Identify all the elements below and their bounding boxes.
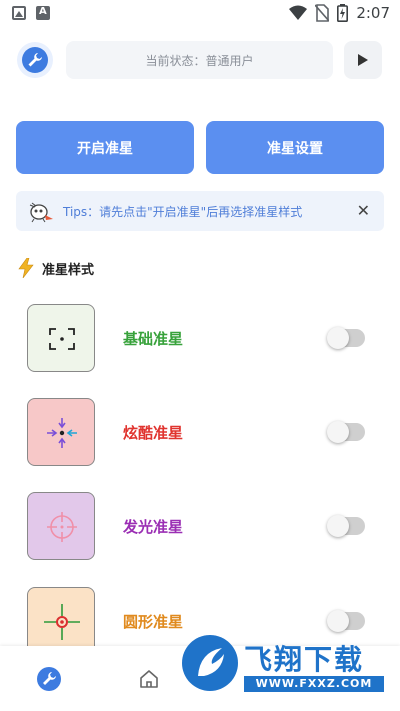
style-label: 基础准星 <box>123 330 184 348</box>
close-icon[interactable]: ✕ <box>357 201 370 220</box>
basic-crosshair-thumbnail <box>27 304 95 372</box>
status-display: 当前状态：普通用户 <box>66 41 333 79</box>
cool-crosshair-thumbnail <box>27 398 95 466</box>
battery-icon <box>337 4 349 22</box>
nav-home[interactable] <box>136 666 162 692</box>
clock: 2:07 <box>356 4 390 22</box>
lightning-icon <box>18 258 34 278</box>
round-crosshair-thumbnail <box>27 587 95 655</box>
watermark-text: 飞翔下载 <box>244 643 365 676</box>
style-label: 圆形准星 <box>123 613 184 631</box>
status-bar: 2:07 <box>0 0 400 28</box>
bracket-crosshair-icon <box>49 328 75 350</box>
play-icon <box>358 54 368 66</box>
style-label: 炫酷准星 <box>123 424 184 442</box>
basic-toggle[interactable] <box>327 327 365 349</box>
style-row-cool[interactable]: 炫酷准星 <box>0 398 400 468</box>
text-a-icon <box>36 6 50 20</box>
target-crosshair-icon <box>44 604 80 640</box>
section-header: 准星样式 <box>18 258 94 278</box>
nav-tools[interactable] <box>36 666 62 692</box>
home-icon <box>140 670 158 688</box>
tips-banner: Tips：请先点击"开启准星"后再选择准星样式 ✕ <box>16 191 384 231</box>
tips-text: Tips：请先点击"开启准星"后再选择准星样式 <box>63 205 303 219</box>
arrow-crosshair-icon <box>47 418 77 448</box>
wrench-icon <box>28 53 42 67</box>
tool-button[interactable] <box>17 42 53 78</box>
style-label: 发光准星 <box>123 518 184 536</box>
watermark-logo-icon <box>182 635 238 691</box>
open-crosshair-button[interactable]: 开启准星 <box>16 121 194 174</box>
section-title: 准星样式 <box>42 262 95 278</box>
wrench-icon <box>37 667 61 691</box>
style-row-glow[interactable]: 发光准星 <box>0 492 400 562</box>
bug-mascot-icon <box>29 202 53 223</box>
image-icon <box>12 6 26 20</box>
cool-toggle[interactable] <box>327 421 365 443</box>
crosshair-settings-button[interactable]: 准星设置 <box>206 121 384 174</box>
watermark: 飞翔下载 WWW.FXXZ.COM <box>180 632 385 694</box>
wifi-icon <box>289 5 308 20</box>
no-sim-icon <box>315 4 330 22</box>
glow-crosshair-thumbnail <box>27 492 95 560</box>
play-button[interactable] <box>344 41 382 79</box>
watermark-url: WWW.FXXZ.COM <box>244 676 384 692</box>
style-row-basic[interactable]: 基础准星 <box>0 304 400 374</box>
scope-crosshair-icon <box>47 512 77 542</box>
glow-toggle[interactable] <box>327 515 365 537</box>
round-toggle[interactable] <box>327 610 365 632</box>
